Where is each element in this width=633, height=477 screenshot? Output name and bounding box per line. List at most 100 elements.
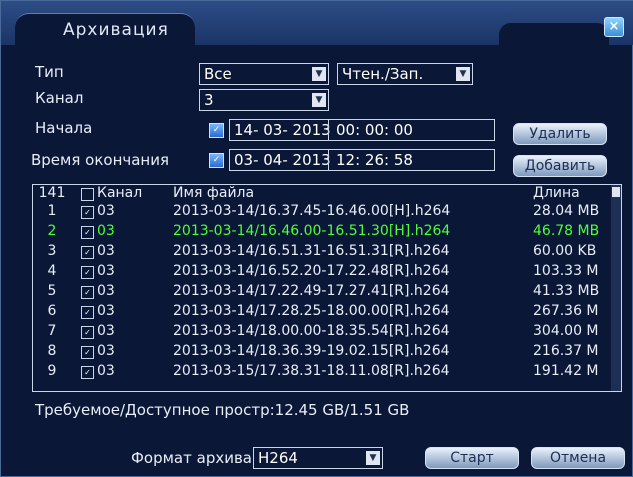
channel-label: Канал bbox=[35, 89, 84, 107]
table-row[interactable]: 7 ✓ 03 2013-03-14/18.00.00-18.35.54[R].h264… bbox=[33, 323, 611, 341]
row-length: 267.36 M bbox=[533, 303, 599, 319]
close-button[interactable]: × bbox=[604, 17, 624, 37]
row-number: 9 bbox=[47, 363, 57, 379]
end-label: Время окончания bbox=[31, 151, 170, 169]
field-divider bbox=[328, 120, 329, 140]
channel-select-value: 3 bbox=[204, 91, 214, 109]
title-bar: Архивация × bbox=[1, 1, 633, 46]
row-filename: 2013-03-14/16.51.31-16.51.31[R].h264 bbox=[173, 243, 450, 259]
type-select-value: Все bbox=[204, 65, 232, 83]
storage-info: Требуемое/Доступное простр:12.45 GB/1.51… bbox=[35, 401, 410, 419]
archive-window: Архивация × Тип Все ▼ Чтен./Зап. ▼ Канал… bbox=[0, 0, 633, 477]
chevron-down-icon: ▼ bbox=[312, 67, 326, 81]
row-channel: 03 bbox=[97, 243, 115, 259]
row-number: 4 bbox=[47, 263, 57, 279]
row-length: 216.37 M bbox=[533, 343, 599, 359]
row-checkbox[interactable]: ✓ bbox=[81, 366, 94, 379]
row-number: 3 bbox=[47, 243, 57, 259]
table-row[interactable]: 1 ✓ 03 2013-03-14/16.37.45-16.46.00[H].h264… bbox=[33, 203, 611, 221]
start-date[interactable]: 14- 03- 2013 bbox=[234, 121, 331, 139]
row-channel: 03 bbox=[97, 303, 115, 319]
row-filename: 2013-03-14/17.22.49-17.27.41[R].h264 bbox=[173, 283, 450, 299]
row-checkbox[interactable]: ✓ bbox=[81, 306, 94, 319]
row-filename: 2013-03-14/16.46.00-16.51.30[H].h264 bbox=[173, 223, 451, 239]
row-number: 6 bbox=[47, 303, 57, 319]
title-tab: Архивация bbox=[15, 13, 195, 46]
end-checkbox[interactable]: ✓ bbox=[209, 153, 224, 168]
row-filename: 2013-03-14/18.36.39-19.02.15[R].h264 bbox=[173, 343, 450, 359]
end-date[interactable]: 03- 04- 2013 bbox=[234, 151, 331, 169]
row-filename: 2013-03-15/17.38.31-18.11.08[R].h264 bbox=[173, 363, 450, 379]
select-all-checkbox[interactable] bbox=[81, 188, 94, 201]
row-channel: 03 bbox=[97, 363, 115, 379]
channel-select[interactable]: 3 ▼ bbox=[199, 89, 329, 111]
mode-select-value: Чтен./Зап. bbox=[342, 65, 424, 83]
row-number: 7 bbox=[47, 323, 57, 339]
header-filename[interactable]: Имя файла bbox=[173, 185, 254, 201]
row-checkbox[interactable]: ✓ bbox=[81, 206, 94, 219]
table-row[interactable]: 8 ✓ 03 2013-03-14/18.36.39-19.02.15[R].h264… bbox=[33, 343, 611, 361]
row-checkbox[interactable]: ✓ bbox=[81, 346, 94, 359]
end-datetime-field[interactable]: 03- 04- 2013 12: 26: 58 bbox=[229, 149, 495, 171]
chevron-down-icon: ▼ bbox=[366, 451, 380, 465]
table-row[interactable]: 9 ✓ 03 2013-03-15/17.38.31-18.11.08[R].h264… bbox=[33, 363, 611, 381]
window-title: Архивация bbox=[63, 20, 169, 40]
row-channel: 03 bbox=[97, 223, 115, 239]
row-channel: 03 bbox=[97, 283, 115, 299]
cancel-button[interactable]: Отмена bbox=[531, 447, 625, 469]
row-filename: 2013-03-14/16.52.20-17.22.48[R].h264 bbox=[173, 263, 450, 279]
format-select[interactable]: H264 ▼ bbox=[253, 447, 383, 469]
start-time[interactable]: 00: 00: 00 bbox=[336, 120, 413, 140]
add-button[interactable]: Добавить bbox=[513, 155, 607, 177]
field-divider bbox=[328, 150, 329, 170]
start-button[interactable]: Старт bbox=[425, 447, 519, 469]
table-row[interactable]: 4 ✓ 03 2013-03-14/16.52.20-17.22.48[R].h264… bbox=[33, 263, 611, 281]
start-datetime-field[interactable]: 14- 03- 2013 00: 00: 00 bbox=[229, 119, 495, 141]
row-number: 2 bbox=[47, 223, 57, 239]
row-channel: 03 bbox=[97, 323, 115, 339]
row-filename: 2013-03-14/18.00.00-18.35.54[R].h264 bbox=[173, 323, 450, 339]
row-checkbox[interactable]: ✓ bbox=[81, 286, 94, 299]
scrollbar[interactable] bbox=[611, 185, 621, 391]
file-list[interactable]: 141 Канал Имя файла Длина 1 ✓ 03 2013-03-14… bbox=[32, 184, 622, 392]
row-length: 191.42 M bbox=[533, 363, 599, 379]
row-checkbox[interactable]: ✓ bbox=[81, 246, 94, 259]
row-length: 46.78 MB bbox=[533, 223, 600, 239]
row-length: 28.04 MB bbox=[533, 203, 600, 219]
row-channel: 03 bbox=[97, 203, 115, 219]
table-row[interactable]: 3 ✓ 03 2013-03-14/16.51.31-16.51.31[R].h264… bbox=[33, 243, 611, 261]
format-label: Формат архива bbox=[131, 449, 252, 467]
type-label: Тип bbox=[35, 63, 64, 81]
row-checkbox[interactable]: ✓ bbox=[81, 326, 94, 339]
row-checkbox[interactable]: ✓ bbox=[81, 266, 94, 279]
table-row[interactable]: 5 ✓ 03 2013-03-14/17.22.49-17.27.41[R].h264… bbox=[33, 283, 611, 301]
end-time[interactable]: 12: 26: 58 bbox=[336, 150, 413, 170]
delete-button[interactable]: Удалить bbox=[513, 123, 607, 145]
format-select-value: H264 bbox=[258, 449, 298, 467]
type-select[interactable]: Все ▼ bbox=[199, 63, 329, 85]
list-header: 141 Канал Имя файла Длина bbox=[33, 185, 611, 203]
table-row[interactable]: 6 ✓ 03 2013-03-14/17.28.25-18.00.00[R].h264… bbox=[33, 303, 611, 321]
row-length: 60.00 KB bbox=[533, 243, 597, 259]
row-number: 8 bbox=[47, 343, 57, 359]
row-length: 103.33 M bbox=[533, 263, 599, 279]
row-length: 41.33 MB bbox=[533, 283, 600, 299]
title-tab-decoration bbox=[499, 23, 609, 45]
file-count: 141 bbox=[38, 185, 66, 201]
chevron-down-icon: ▼ bbox=[312, 93, 326, 107]
row-number: 5 bbox=[47, 283, 57, 299]
row-channel: 03 bbox=[97, 263, 115, 279]
row-number: 1 bbox=[47, 203, 57, 219]
scrollbar-thumb[interactable] bbox=[612, 187, 620, 197]
row-checkbox[interactable]: ✓ bbox=[81, 226, 94, 239]
header-length[interactable]: Длина bbox=[533, 185, 580, 201]
row-length: 304.00 M bbox=[533, 323, 599, 339]
row-filename: 2013-03-14/16.37.45-16.46.00[H].h264 bbox=[173, 203, 451, 219]
table-row[interactable]: 2 ✓ 03 2013-03-14/16.46.00-16.51.30[H].h264… bbox=[33, 223, 611, 241]
row-filename: 2013-03-14/17.28.25-18.00.00[R].h264 bbox=[173, 303, 450, 319]
header-channel[interactable]: Канал bbox=[97, 185, 142, 201]
start-checkbox[interactable]: ✓ bbox=[209, 123, 224, 138]
mode-select[interactable]: Чтен./Зап. ▼ bbox=[337, 63, 473, 85]
chevron-down-icon: ▼ bbox=[456, 67, 470, 81]
row-channel: 03 bbox=[97, 343, 115, 359]
